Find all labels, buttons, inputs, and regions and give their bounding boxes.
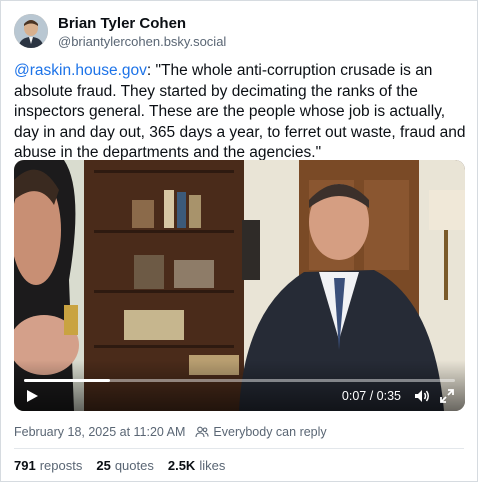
author-handle[interactable]: @briantylercohen.bsky.social: [58, 34, 226, 49]
volume-icon: [415, 390, 429, 402]
reply-setting: Everybody can reply: [213, 425, 327, 439]
video-controls: 0:07 / 0:35: [14, 371, 465, 411]
people-icon: [195, 426, 209, 438]
reposts-label: reposts: [39, 458, 83, 473]
divider: [14, 448, 464, 449]
post-meta: February 18, 2025 at 11:20 AM Everybody …: [14, 425, 327, 439]
video-progress-bar[interactable]: [24, 379, 455, 382]
quotes-stat[interactable]: 25 quotes: [96, 458, 154, 473]
play-icon: [27, 390, 38, 402]
mention-link[interactable]: @raskin.house.gov: [14, 62, 147, 79]
video-time: 0:07 / 0:35: [341, 389, 401, 403]
play-button[interactable]: [24, 388, 40, 404]
video-player[interactable]: 0:07 / 0:35: [14, 160, 465, 411]
quotes-count: 25: [96, 458, 111, 473]
fullscreen-icon: [440, 389, 454, 403]
post-stats: 791 reposts 25 quotes 2.5K likes: [14, 458, 239, 473]
reposts-count: 791: [14, 458, 36, 473]
likes-count: 2.5K: [167, 458, 196, 473]
fullscreen-button[interactable]: [439, 388, 455, 404]
post-card: Brian Tyler Cohen @briantylercohen.bsky.…: [0, 0, 478, 482]
volume-button[interactable]: [413, 388, 431, 404]
avatar-image: [14, 14, 48, 48]
post-timestamp[interactable]: February 18, 2025 at 11:20 AM: [14, 425, 185, 439]
author-display-name[interactable]: Brian Tyler Cohen: [58, 15, 186, 32]
quotes-label: quotes: [114, 458, 154, 473]
post-text: @raskin.house.gov: "The whole anti-corru…: [14, 61, 469, 164]
reposts-stat[interactable]: 791 reposts: [14, 458, 82, 473]
video-progress-fill: [24, 379, 111, 382]
likes-stat[interactable]: 2.5K likes: [168, 458, 225, 473]
likes-label: likes: [199, 458, 226, 473]
avatar[interactable]: [14, 14, 48, 48]
